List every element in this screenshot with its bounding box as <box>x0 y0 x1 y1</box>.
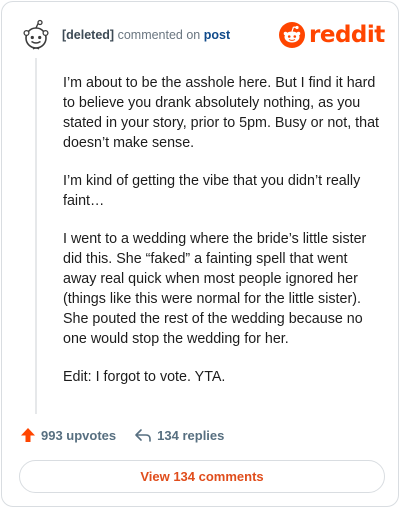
comment-action-text: commented on <box>117 28 201 42</box>
reddit-snoo-logo-icon <box>279 22 305 48</box>
snoo-avatar-icon[interactable] <box>20 19 52 51</box>
comment-author[interactable]: [deleted] <box>62 28 114 42</box>
comment-header: [deleted] commented on post <box>62 27 230 43</box>
comment-paragraph: I went to a wedding where the bride’s li… <box>63 231 367 347</box>
reddit-logo[interactable]: reddit <box>279 21 385 49</box>
upvote-arrow-icon <box>21 428 35 442</box>
reply-arrow-icon <box>135 429 151 442</box>
post-link[interactable]: post <box>204 28 230 42</box>
comment-card: [deleted] commented on post reddit I’m a… <box>1 1 399 507</box>
reddit-logo-text: reddit <box>309 22 385 48</box>
comment-paragraph: Edit: I forgot to vote. YTA. <box>63 369 226 385</box>
comment-paragraph: I’m about to be the asshole here. But I … <box>63 75 379 151</box>
reply-count: 134 replies <box>157 427 225 443</box>
comment-paragraph: I’m kind of getting the vibe that you di… <box>63 173 361 209</box>
comment-body: I’m about to be the asshole here. But I … <box>63 73 383 405</box>
view-comments-button[interactable]: View 134 comments <box>19 460 385 493</box>
replies-button[interactable]: 134 replies <box>134 427 224 443</box>
upvote-count: 993 upvotes <box>41 427 117 443</box>
upvote-button[interactable]: 993 upvotes <box>20 427 116 443</box>
thread-line <box>35 58 37 414</box>
comment-actions: 993 upvotes 134 replies <box>20 427 224 443</box>
